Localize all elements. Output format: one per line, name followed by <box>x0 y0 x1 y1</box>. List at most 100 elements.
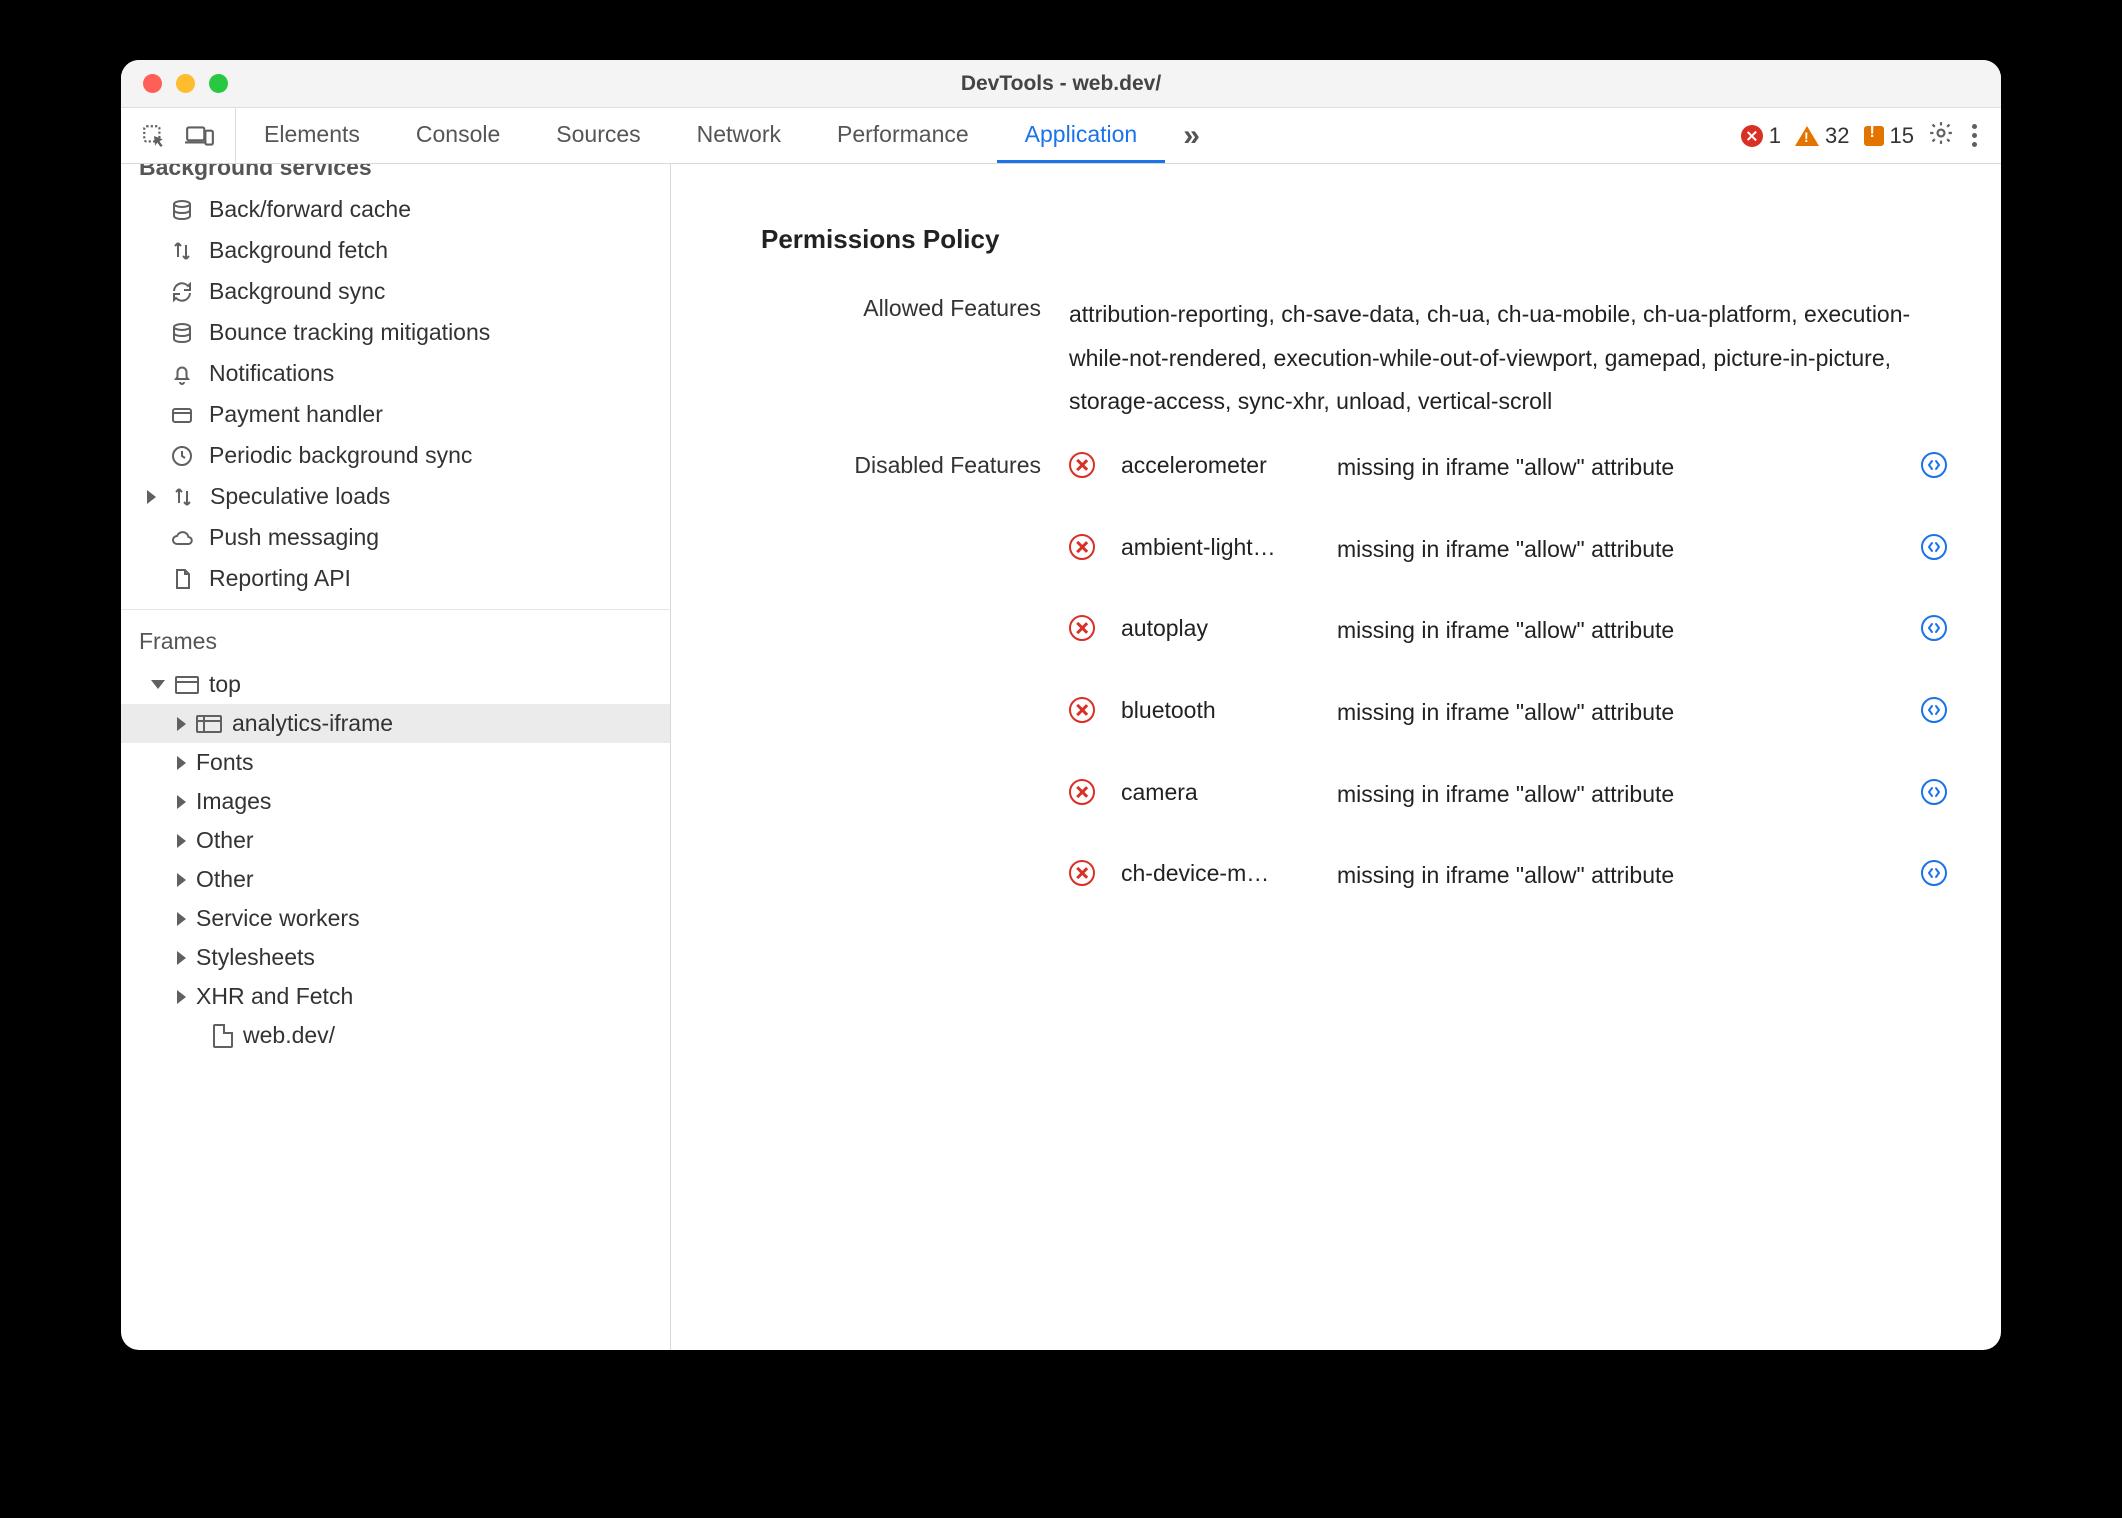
frame-top-row[interactable]: top <box>121 665 670 704</box>
chevron-right-icon <box>177 873 186 887</box>
window-controls <box>121 74 228 93</box>
blocked-icon <box>1069 615 1095 641</box>
blocked-icon <box>1069 860 1095 886</box>
reveal-in-elements-button[interactable] <box>1921 615 1947 641</box>
frame-doc-row[interactable]: web.dev/ <box>121 1016 670 1055</box>
issue-icon <box>1864 126 1884 146</box>
devtools-toolbar: Elements Console Sources Network Perform… <box>121 108 2001 164</box>
settings-button[interactable] <box>1928 120 1954 151</box>
sidebar-item-background-sync[interactable]: Background sync <box>121 271 670 312</box>
disabled-feature-name: ch-device-m… <box>1121 858 1321 887</box>
frame-category-images[interactable]: Images <box>121 782 670 821</box>
frame-doc-label: web.dev/ <box>243 1022 335 1049</box>
tab-application[interactable]: Application <box>997 108 1166 163</box>
warning-icon <box>1795 126 1819 146</box>
disabled-feature-reason: missing in iframe "allow" attribute <box>1337 695 1905 731</box>
error-icon <box>1741 125 1763 147</box>
tab-sources[interactable]: Sources <box>528 108 668 163</box>
blocked-icon <box>1069 779 1095 805</box>
warning-count: 32 <box>1825 123 1849 149</box>
main-panel: Background services Back/forward cacheBa… <box>121 164 2001 1350</box>
frame-category-label: Stylesheets <box>196 944 315 971</box>
blocked-icon <box>1069 534 1095 560</box>
disabled-feature-name: accelerometer <box>1121 450 1321 479</box>
reveal-in-elements-button[interactable] <box>1921 860 1947 886</box>
reveal-in-elements-button[interactable] <box>1921 779 1947 805</box>
tabs-overflow-button[interactable]: » <box>1165 108 1218 163</box>
sidebar-item-label: Reporting API <box>209 565 351 592</box>
reveal-in-elements-button[interactable] <box>1921 697 1947 723</box>
issues-badge[interactable]: 15 <box>1864 123 1914 149</box>
sidebar-item-label: Periodic background sync <box>209 442 472 469</box>
disabled-feature-name: autoplay <box>1121 613 1321 642</box>
reveal-in-elements-button[interactable] <box>1921 534 1947 560</box>
disabled-feature-reason: missing in iframe "allow" attribute <box>1337 777 1905 813</box>
document-icon <box>213 1024 233 1048</box>
frame-category-label: XHR and Fetch <box>196 983 353 1010</box>
devtools-tabs: Elements Console Sources Network Perform… <box>236 108 1721 163</box>
sidebar-item-label: Notifications <box>209 360 334 387</box>
tab-performance[interactable]: Performance <box>809 108 997 163</box>
doc-icon <box>169 567 195 591</box>
tab-console[interactable]: Console <box>388 108 528 163</box>
chevron-right-icon <box>177 951 186 965</box>
arrows-icon <box>169 239 195 263</box>
disabled-feature-reason: missing in iframe "allow" attribute <box>1337 613 1905 649</box>
disabled-features-list: accelerometer missing in iframe "allow" a… <box>1069 450 1961 894</box>
warnings-badge[interactable]: 32 <box>1795 123 1849 149</box>
frame-child-label: analytics-iframe <box>232 710 393 737</box>
reveal-in-elements-button[interactable] <box>1921 452 1947 478</box>
close-window-button[interactable] <box>143 74 162 93</box>
sidebar-item-label: Speculative loads <box>210 483 390 510</box>
frame-category-stylesheets[interactable]: Stylesheets <box>121 938 670 977</box>
sync-icon <box>169 280 195 304</box>
permissions-policy-panel[interactable]: Permissions Policy Allowed Features attr… <box>671 164 2001 1350</box>
sidebar-item-bounce-tracking-mitigations[interactable]: Bounce tracking mitigations <box>121 312 670 353</box>
window-titlebar: DevTools - web.dev/ <box>121 60 2001 108</box>
more-options-button[interactable] <box>1968 124 1981 147</box>
issue-count: 15 <box>1890 123 1914 149</box>
disabled-feature-reason: missing in iframe "allow" attribute <box>1337 450 1905 486</box>
frame-child-selected[interactable]: analytics-iframe <box>121 704 670 743</box>
frame-category-service-workers[interactable]: Service workers <box>121 899 670 938</box>
sidebar-section-frames: Frames <box>121 609 670 665</box>
sidebar-item-label: Back/forward cache <box>209 196 411 223</box>
frame-category-xhr-and-fetch[interactable]: XHR and Fetch <box>121 977 670 1016</box>
db-icon <box>169 198 195 222</box>
sidebar-item-reporting-api[interactable]: Reporting API <box>121 558 670 599</box>
chevron-right-icon <box>147 490 156 504</box>
sidebar-item-back-forward-cache[interactable]: Back/forward cache <box>121 189 670 230</box>
disabled-feature-reason: missing in iframe "allow" attribute <box>1337 532 1905 568</box>
sidebar-item-label: Background sync <box>209 278 385 305</box>
frame-category-fonts[interactable]: Fonts <box>121 743 670 782</box>
tab-elements[interactable]: Elements <box>236 108 388 163</box>
minimize-window-button[interactable] <box>176 74 195 93</box>
sidebar-item-push-messaging[interactable]: Push messaging <box>121 517 670 558</box>
sidebar-item-speculative-loads[interactable]: Speculative loads <box>121 476 670 517</box>
panel-title: Permissions Policy <box>761 224 1961 255</box>
sidebar-item-background-fetch[interactable]: Background fetch <box>121 230 670 271</box>
arrows-icon <box>170 485 196 509</box>
chevron-right-icon <box>177 717 186 731</box>
disabled-feature-reason: missing in iframe "allow" attribute <box>1337 858 1905 894</box>
disabled-feature-name: ambient-light… <box>1121 532 1321 561</box>
frame-top-label: top <box>209 671 241 698</box>
sidebar-item-payment-handler[interactable]: Payment handler <box>121 394 670 435</box>
inspect-element-icon[interactable] <box>141 123 167 149</box>
frame-category-other[interactable]: Other <box>121 821 670 860</box>
application-sidebar[interactable]: Background services Back/forward cacheBa… <box>121 164 671 1350</box>
error-count: 1 <box>1769 123 1781 149</box>
sidebar-item-periodic-background-sync[interactable]: Periodic background sync <box>121 435 670 476</box>
iframe-icon <box>196 715 222 733</box>
sidebar-item-label: Push messaging <box>209 524 379 551</box>
maximize-window-button[interactable] <box>209 74 228 93</box>
tab-network[interactable]: Network <box>669 108 809 163</box>
frame-category-label: Service workers <box>196 905 360 932</box>
device-toolbar-icon[interactable] <box>185 123 215 149</box>
frame-category-other[interactable]: Other <box>121 860 670 899</box>
chevron-right-icon <box>177 912 186 926</box>
sidebar-item-notifications[interactable]: Notifications <box>121 353 670 394</box>
frame-category-label: Other <box>196 866 254 893</box>
blocked-icon <box>1069 452 1095 478</box>
errors-badge[interactable]: 1 <box>1741 123 1781 149</box>
